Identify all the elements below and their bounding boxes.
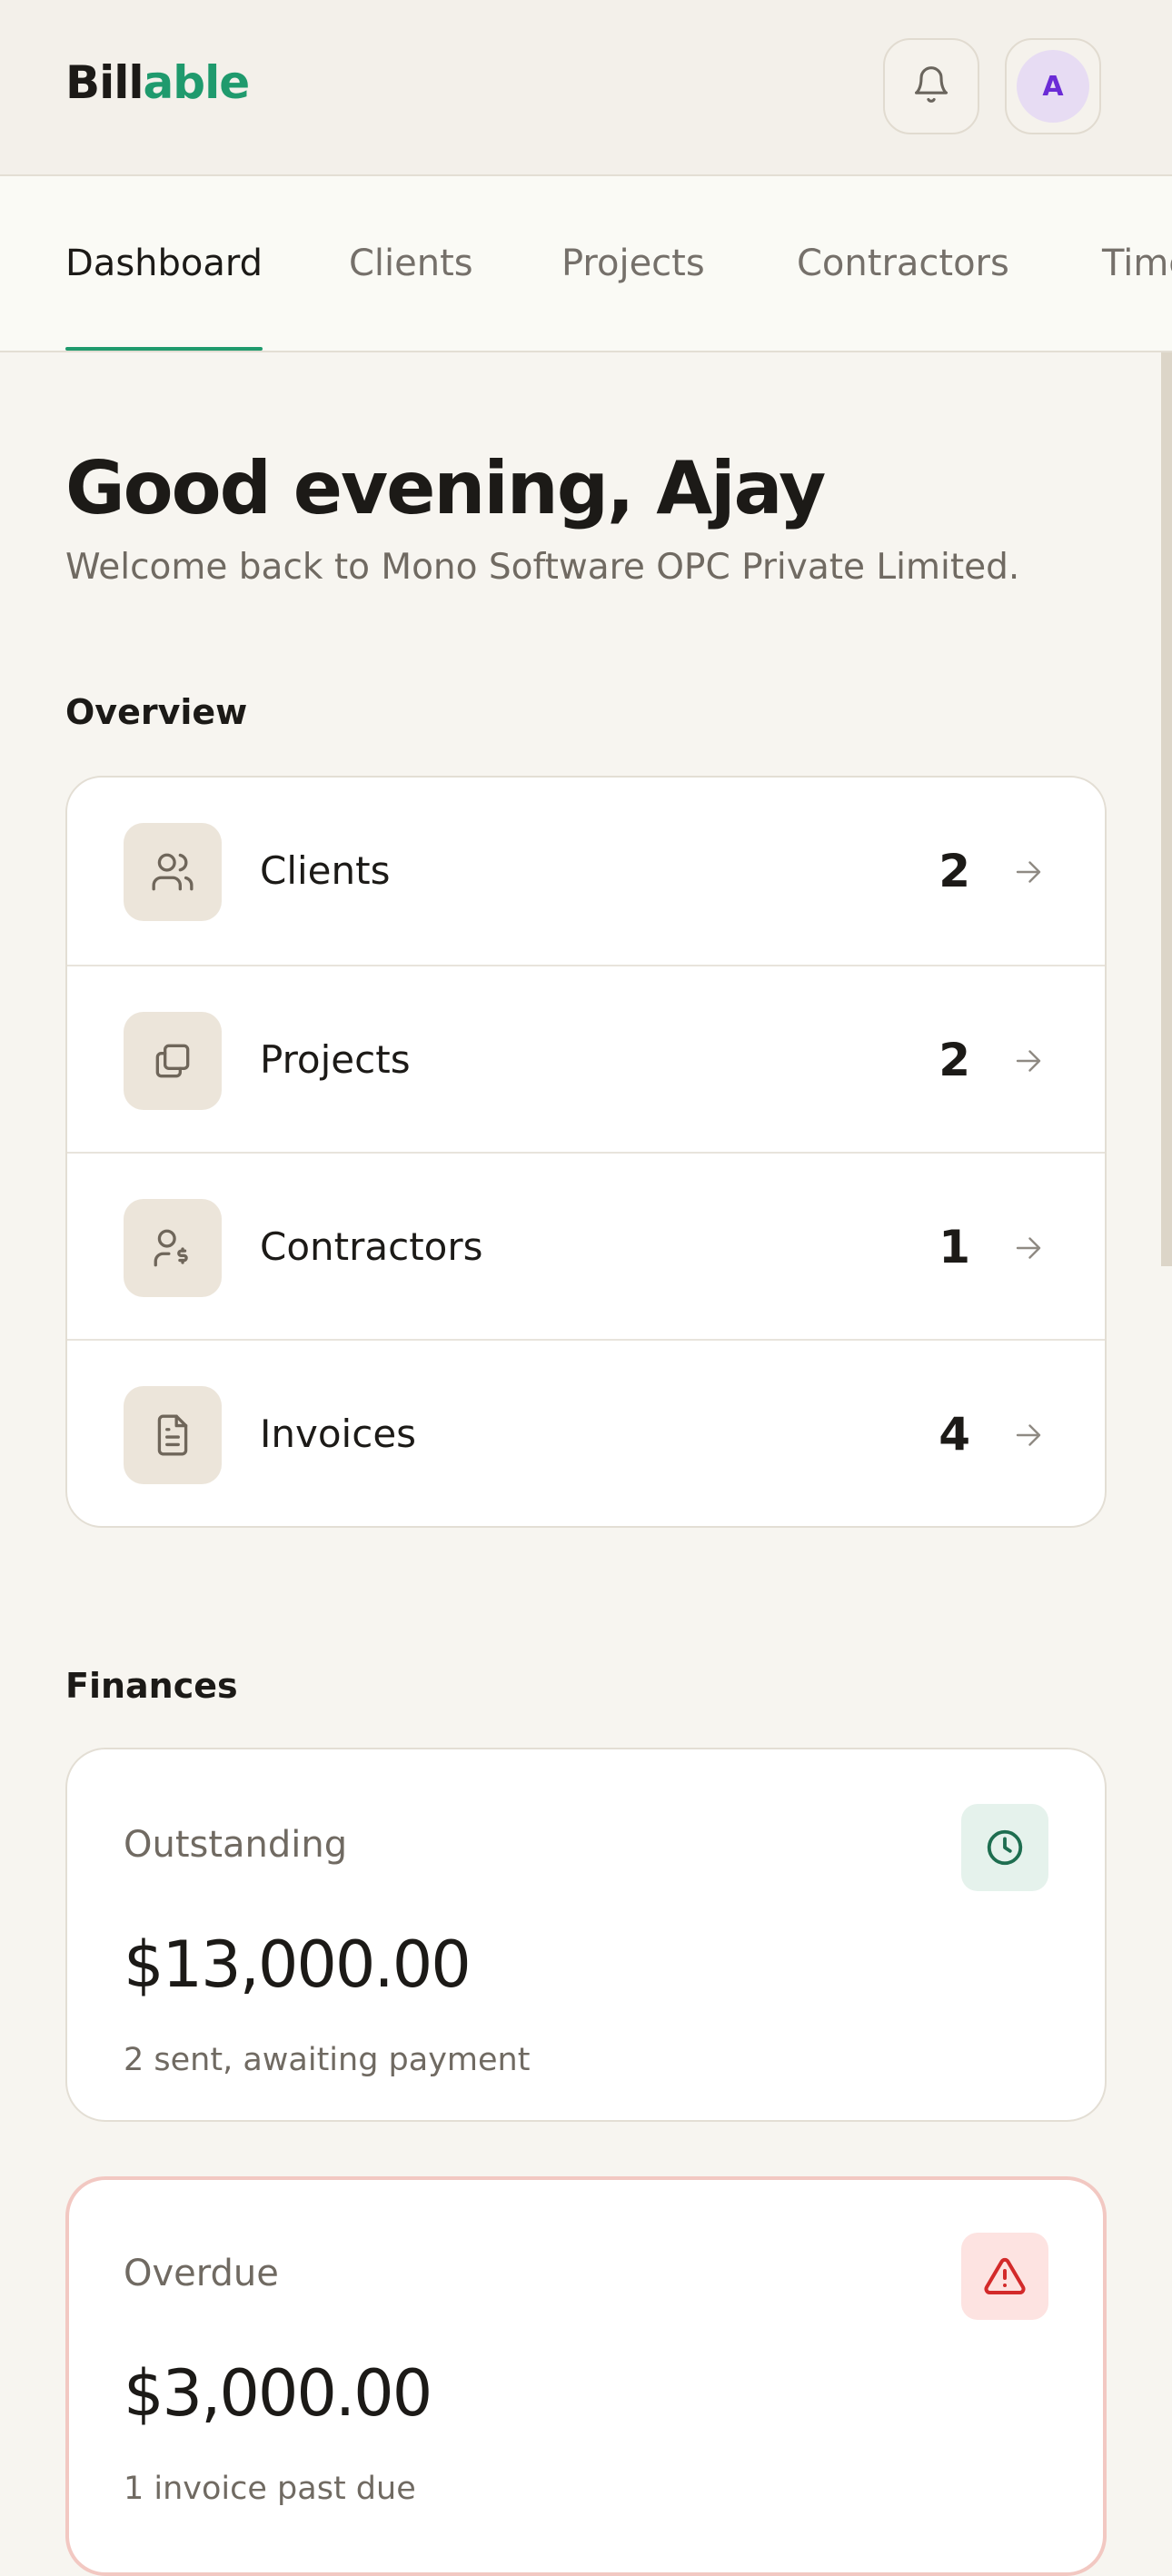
page-title: Good evening, Ajay xyxy=(65,446,826,530)
document-icon xyxy=(124,1386,222,1484)
overview-label: Invoices xyxy=(260,1412,417,1456)
tab-clients[interactable]: Clients xyxy=(349,176,473,351)
arrow-right-icon xyxy=(1016,1424,1041,1446)
users-icon xyxy=(124,823,222,921)
brand-name-part1: Bill xyxy=(65,56,144,109)
overview-count: 1 xyxy=(939,1221,970,1273)
brand-name-part2: able xyxy=(143,56,251,109)
overview-row-invoices[interactable]: Invoices 4 xyxy=(67,1339,1105,1526)
app-header: Billable A xyxy=(0,0,1172,176)
outstanding-amount: $13,000.00 xyxy=(124,1927,472,2002)
notifications-button[interactable] xyxy=(883,38,979,134)
warning-icon xyxy=(961,2233,1048,2320)
overview-count: 2 xyxy=(939,1034,970,1086)
overdue-label: Overdue xyxy=(124,2253,279,2294)
finances-heading: Finances xyxy=(65,1666,238,1706)
outstanding-card[interactable]: Outstanding $13,000.00 2 sent, awaiting … xyxy=(65,1748,1107,2122)
account-menu-button[interactable]: A xyxy=(1005,38,1101,134)
overdue-amount: $3,000.00 xyxy=(124,2356,432,2431)
overview-heading: Overview xyxy=(65,692,248,732)
overview-count: 2 xyxy=(939,845,970,897)
overdue-note: 1 invoice past due xyxy=(124,2471,416,2507)
overview-label: Projects xyxy=(260,1037,411,1082)
overdue-card[interactable]: Overdue $3,000.00 1 invoice past due xyxy=(65,2176,1107,2576)
overview-card: Clients 2 Projects 2 Contractors 1 Invoi… xyxy=(65,776,1107,1528)
overview-label: Contractors xyxy=(260,1224,483,1269)
tab-contractors[interactable]: Contractors xyxy=(797,176,1009,351)
scrollbar-thumb[interactable] xyxy=(1161,352,1172,1266)
overview-row-projects[interactable]: Projects 2 xyxy=(67,965,1105,1152)
main-tabs: Dashboard Clients Projects Contractors T… xyxy=(0,176,1172,352)
clock-icon xyxy=(961,1804,1048,1891)
outstanding-label: Outstanding xyxy=(124,1824,348,1866)
tab-projects[interactable]: Projects xyxy=(561,176,705,351)
avatar: A xyxy=(1017,50,1089,123)
overview-count: 4 xyxy=(939,1408,970,1461)
overview-label: Clients xyxy=(260,848,391,893)
arrow-right-icon xyxy=(1016,1237,1041,1259)
welcome-message: Welcome back to Mono Software OPC Privat… xyxy=(65,547,1020,588)
brand-logo[interactable]: Billable xyxy=(65,56,251,109)
overview-row-clients[interactable]: Clients 2 xyxy=(67,778,1105,965)
tab-time[interactable]: Time xyxy=(1102,176,1172,351)
user-dollar-icon xyxy=(124,1199,222,1297)
tab-dashboard[interactable]: Dashboard xyxy=(65,176,263,351)
arrow-right-icon xyxy=(1016,861,1041,883)
outstanding-note: 2 sent, awaiting payment xyxy=(124,2042,531,2078)
folders-icon xyxy=(124,1012,222,1110)
overview-row-contractors[interactable]: Contractors 1 xyxy=(67,1152,1105,1339)
bell-icon xyxy=(911,64,951,108)
page-scrollbar[interactable] xyxy=(1161,352,1172,2540)
arrow-right-icon xyxy=(1016,1050,1041,1072)
